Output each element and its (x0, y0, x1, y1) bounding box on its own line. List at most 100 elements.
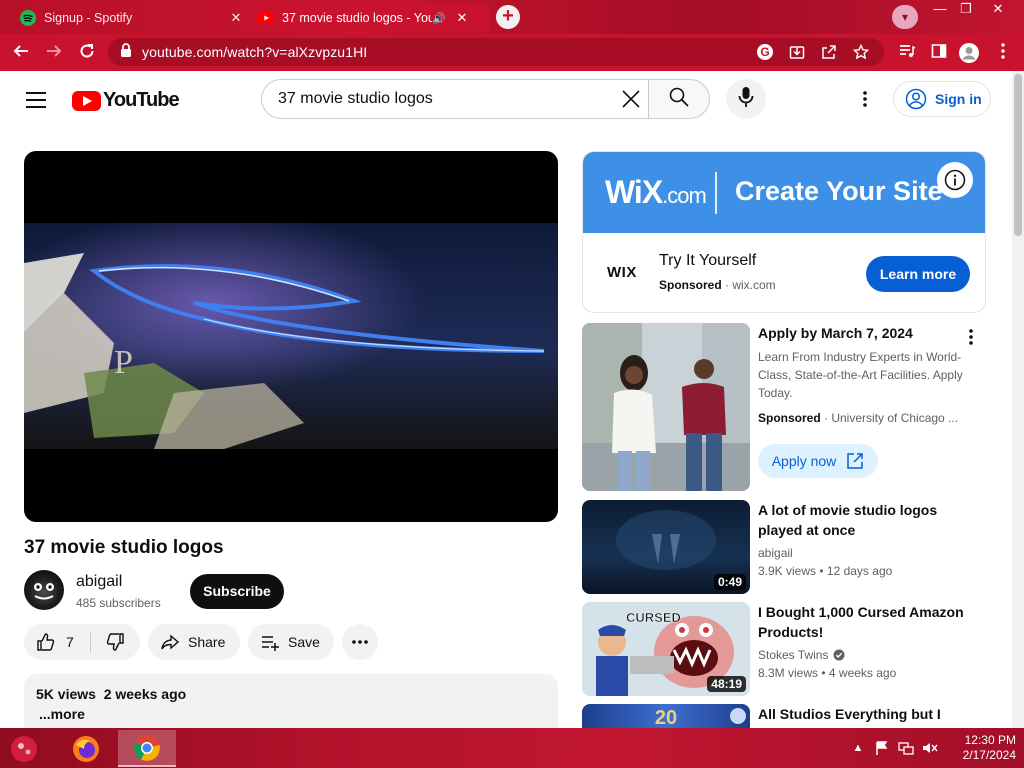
channel-name[interactable]: abigail (76, 573, 122, 591)
clear-search-icon[interactable] (618, 86, 644, 112)
scrollbar-thumb[interactable] (1014, 74, 1022, 236)
svg-text:20: 20 (655, 707, 677, 728)
video-frame-image: P (24, 223, 558, 449)
minimize-icon[interactable]: — (926, 0, 954, 18)
reload-icon[interactable] (76, 42, 98, 64)
apply-now-label: Apply now (771, 453, 837, 469)
sponsored-video-title[interactable]: Apply by March 7, 2024 (758, 325, 913, 341)
subscribe-button[interactable]: Subscribe (190, 574, 284, 609)
search-input[interactable] (278, 90, 598, 108)
video-player[interactable]: P (24, 151, 558, 522)
google-lens-icon[interactable]: G (756, 43, 774, 61)
flag-icon[interactable] (874, 740, 890, 756)
sponsored-thumbnail[interactable] (582, 323, 750, 491)
share-label: Share (188, 634, 226, 650)
show-hidden-icons-icon[interactable]: ▲ (850, 740, 866, 756)
recommendation-thumbnail[interactable]: 0:49 (582, 500, 750, 594)
settings-more-icon[interactable] (852, 86, 878, 112)
spotify-icon (20, 10, 36, 26)
channel-avatar[interactable] (24, 570, 64, 610)
view-count-date: 5K views 2 weeks ago (36, 686, 187, 702)
close-tab-icon[interactable]: ✕ (226, 10, 246, 26)
banner-divider (715, 172, 717, 214)
taskbar-clock[interactable]: 12:30 PM 2/17/2024 (944, 733, 1016, 763)
chrome-menu-icon[interactable] (992, 42, 1014, 64)
recommendation-title[interactable]: All Studios Everything but I (758, 704, 964, 728)
restore-icon[interactable]: ❐ (952, 0, 980, 18)
youtube-wordmark: YouTube (103, 89, 180, 111)
sponsored-more-icon[interactable] (960, 326, 982, 348)
network-icon[interactable] (898, 740, 914, 756)
dislike-button[interactable] (91, 624, 139, 660)
bookmark-star-icon[interactable] (852, 43, 870, 61)
firefox-taskbar-icon[interactable] (64, 730, 108, 767)
sponsored-video-description: Learn From Industry Experts in World-Cla… (758, 350, 963, 400)
subscriber-count: 485 subscribers (76, 596, 161, 610)
more-actions-button[interactable] (342, 624, 378, 660)
microphone-icon (737, 86, 755, 113)
verified-check-icon (833, 649, 845, 661)
close-window-icon[interactable]: ✕ (984, 0, 1012, 18)
account-circle-icon (905, 88, 927, 110)
tab-spotify[interactable]: Signup - Spotify ✕ (10, 4, 246, 32)
tab-search-chevron-icon[interactable]: ▾ (892, 5, 918, 29)
recommendation-thumbnail[interactable]: CURSED 48:19 (582, 602, 750, 696)
lock-icon[interactable] (120, 42, 132, 62)
chrome-taskbar-icon[interactable] (118, 730, 176, 767)
show-more-link[interactable]: ...more (39, 706, 85, 722)
recommendation-title[interactable]: I Bought 1,000 Cursed Amazon Products! (758, 602, 964, 642)
learn-more-button[interactable]: Learn more (866, 256, 970, 292)
like-button[interactable]: 7 (24, 624, 90, 660)
thumbnail-cursed-text: CURSED (626, 610, 681, 625)
video-title: 37 movie studio logos (24, 537, 224, 558)
url-text[interactable]: youtube.com/watch?v=alXzvpzu1HI (142, 44, 756, 60)
recommendation-channel[interactable]: abigail (758, 546, 793, 560)
thumbs-down-icon (105, 632, 125, 652)
sponsored-advertiser-line: Sponsored · University of Chicago ... (758, 411, 959, 425)
svg-text:P: P (114, 344, 133, 381)
video-duration: 0:49 (713, 574, 746, 590)
save-button[interactable]: Save (248, 624, 334, 660)
volume-muted-icon[interactable] (922, 740, 938, 756)
search-button[interactable] (648, 79, 710, 119)
tab-title: 37 movie studio logos - YouTube (282, 11, 432, 25)
forward-arrow-icon[interactable] (43, 42, 65, 64)
video-duration: 48:19 (707, 676, 746, 692)
start-button[interactable] (4, 730, 44, 767)
ad-sponsored-line: Sponsored · wix.com (659, 278, 776, 292)
media-control-icon[interactable] (896, 42, 918, 64)
apply-now-button[interactable]: Apply now (758, 444, 878, 478)
share-button[interactable]: Share (148, 624, 240, 660)
ad-info-icon[interactable] (937, 162, 973, 198)
recommendation-meta: 8.3M views • 4 weeks ago (758, 666, 897, 680)
close-tab-icon[interactable]: ✕ (452, 10, 472, 26)
address-bar[interactable]: youtube.com/watch?v=alXzvpzu1HI G (108, 38, 884, 66)
advertiser-logo: WIX (607, 264, 637, 281)
recommendation-thumbnail[interactable]: 20 (582, 704, 750, 728)
tab-youtube[interactable]: 37 movie studio logos - YouTube 🔊 ✕ (248, 4, 490, 32)
search-icon (668, 86, 690, 113)
ad-headline[interactable]: Try It Yourself (659, 252, 756, 270)
install-app-icon[interactable] (788, 43, 806, 61)
banner-cta-text: Create Your Site > (735, 176, 966, 206)
save-label: Save (288, 634, 320, 650)
clock-date: 2/17/2024 (962, 748, 1016, 762)
guide-menu-icon[interactable] (24, 88, 48, 112)
share-page-icon[interactable] (820, 43, 838, 61)
external-link-icon (846, 452, 864, 470)
back-arrow-icon[interactable] (10, 42, 32, 64)
recommendation-channel[interactable]: Stokes Twins (758, 648, 845, 662)
recommendation-title[interactable]: A lot of movie studio logos played at on… (758, 500, 964, 540)
youtube-play-icon (72, 90, 101, 111)
new-tab-button[interactable]: + (496, 5, 520, 29)
ad-banner-image[interactable]: WiX.com Create Your Site > (583, 152, 985, 233)
search-box[interactable] (261, 79, 649, 119)
audio-playing-icon[interactable]: 🔊 (432, 12, 452, 25)
ad-card[interactable]: WiX.com Create Your Site > WIX Try It Yo… (582, 151, 986, 313)
side-panel-icon[interactable] (928, 42, 950, 64)
youtube-favicon-icon (258, 10, 274, 26)
profile-avatar-icon[interactable] (958, 42, 980, 64)
voice-search-button[interactable] (726, 79, 766, 119)
youtube-logo[interactable]: YouTube (72, 89, 180, 112)
sign-in-button[interactable]: Sign in (893, 81, 991, 117)
